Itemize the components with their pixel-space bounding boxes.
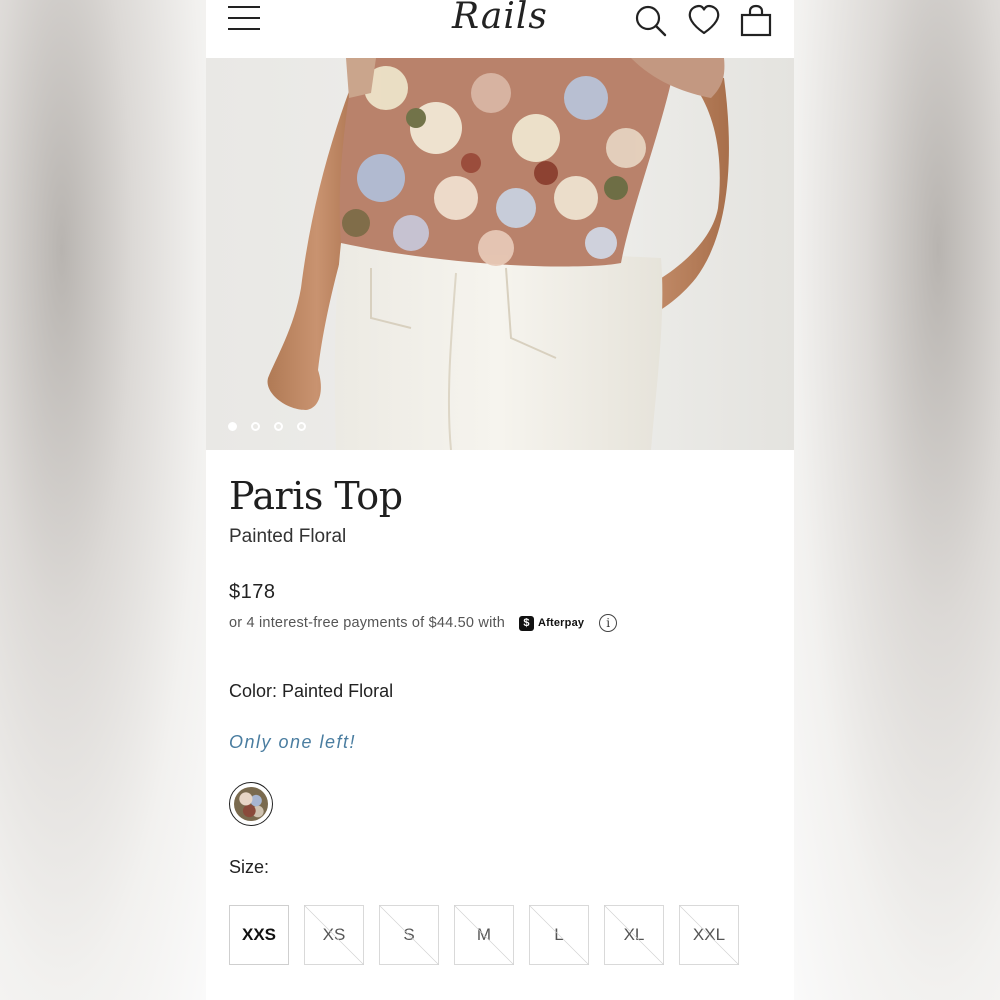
size-option-xxs[interactable]: XXS — [229, 905, 289, 965]
info-icon[interactable]: i — [599, 614, 618, 632]
background-right — [794, 0, 1000, 1000]
product-page: Rails Paris Top Painted Floral $178 or 4… — [206, 0, 794, 1000]
heart-icon[interactable] — [687, 4, 721, 36]
search-icon[interactable] — [634, 4, 668, 38]
product-price: $178 — [229, 581, 276, 603]
background-left — [0, 0, 206, 1000]
product-photo — [267, 58, 729, 450]
color-label: Color: Painted Floral — [229, 681, 393, 702]
afterpay-icon: $ — [518, 615, 534, 631]
afterpay-brand: Afterpay — [537, 617, 585, 629]
shopping-bag-icon[interactable] — [739, 4, 773, 38]
hamburger-menu-icon[interactable] — [228, 6, 260, 32]
carousel-dot[interactable] — [274, 422, 283, 431]
size-selector: XXS XS S M L XL XXL — [229, 905, 739, 965]
carousel-dot[interactable] — [228, 422, 237, 431]
carousel-dot[interactable] — [297, 422, 306, 431]
stock-message: Only one left! — [229, 732, 357, 752]
size-option-xl[interactable]: XL — [604, 905, 664, 965]
size-option-l[interactable]: L — [529, 905, 589, 965]
size-option-m[interactable]: M — [454, 905, 514, 965]
color-swatch-painted-floral[interactable] — [229, 782, 273, 826]
size-option-s[interactable]: S — [379, 905, 439, 965]
afterpay-text: or 4 interest-free payments of $44.50 wi… — [229, 615, 505, 631]
carousel-pagination — [228, 422, 306, 431]
afterpay-message: or 4 interest-free payments of $44.50 wi… — [229, 614, 618, 632]
site-header: Rails — [206, 0, 794, 58]
product-title: Paris Top — [229, 474, 403, 518]
product-image-carousel[interactable] — [206, 58, 794, 450]
size-option-xxl[interactable]: XXL — [679, 905, 739, 965]
afterpay-logo[interactable]: $ Afterpay — [518, 615, 585, 631]
size-label: Size: — [229, 857, 270, 877]
product-variant: Painted Floral — [229, 526, 347, 547]
size-option-xs[interactable]: XS — [304, 905, 364, 965]
swatch-pattern — [234, 787, 268, 821]
color-value: Painted Floral — [282, 681, 394, 701]
color-label-text: Color: — [229, 681, 278, 701]
carousel-dot[interactable] — [251, 422, 260, 431]
rails-logo[interactable]: Rails — [452, 0, 548, 37]
